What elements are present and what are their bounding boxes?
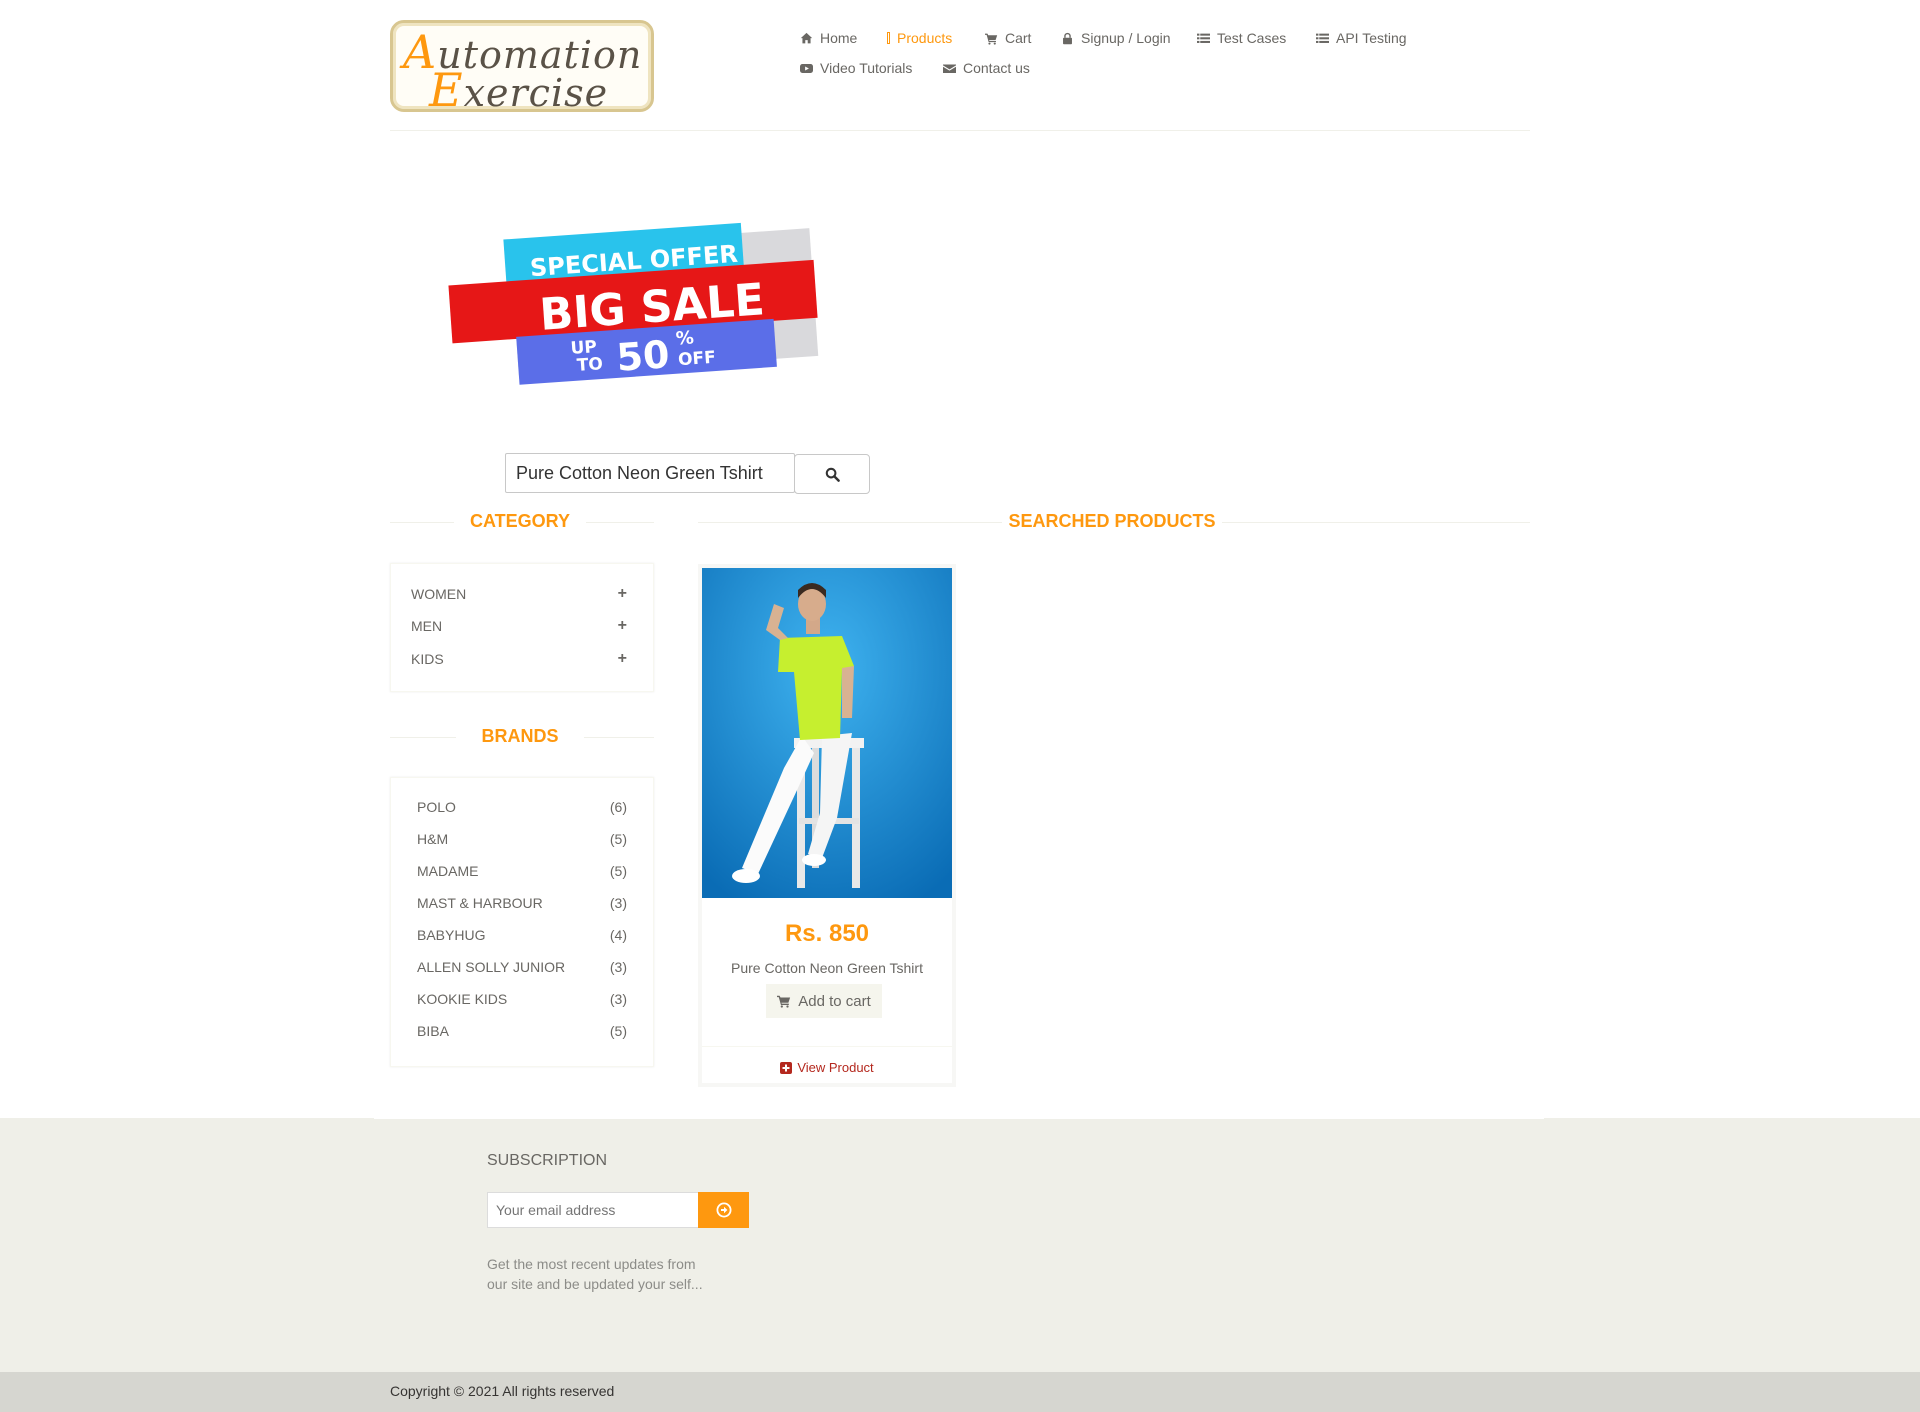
brand-item[interactable]: BABYHUG (4) — [417, 927, 627, 943]
plus-icon[interactable]: + — [618, 617, 627, 635]
arrow-circle-right-icon — [716, 1202, 731, 1218]
view-product-link[interactable]: View Product — [702, 1060, 952, 1075]
category-panel: WOMEN + MEN + KIDS + — [390, 563, 654, 692]
special-offer-banner: SPECIAL OFFER BIG SALE UP TO 50 % OFF — [448, 222, 819, 385]
youtube-play-icon — [800, 63, 813, 73]
envelope-icon — [943, 63, 956, 73]
nav-products[interactable]: Products — [887, 30, 952, 46]
category-item-women[interactable]: WOMEN + — [411, 585, 627, 603]
brand-item[interactable]: KOOKIE KIDS (3) — [417, 991, 627, 1007]
banner-to-text: TO — [576, 354, 603, 376]
plus-icon[interactable]: + — [618, 650, 627, 668]
home-icon — [800, 32, 813, 43]
banner-percent-sign: % — [675, 327, 694, 349]
subscribe-button[interactable] — [698, 1192, 749, 1228]
nav-home[interactable]: Home — [800, 30, 857, 46]
cart-icon — [777, 995, 791, 1008]
product-price: Rs. 850 — [784, 920, 870, 947]
title-divider — [390, 522, 454, 523]
product-card: Rs. 850 Pure Cotton Neon Green Tshirt Ad… — [698, 564, 956, 1087]
site-logo[interactable]: Automation Exercise — [390, 20, 654, 117]
footer-divider — [374, 1118, 1544, 1119]
category-title: Category — [469, 511, 570, 531]
banner-off-text: OFF — [677, 348, 716, 371]
brand-item[interactable]: MAST & HARBOUR (3) — [417, 895, 627, 911]
product-name: Pure Cotton Neon Green Tshirt — [731, 960, 923, 976]
title-divider — [586, 522, 654, 523]
plus-icon[interactable]: + — [618, 585, 627, 603]
search-button[interactable] — [794, 454, 870, 494]
brand-item[interactable]: POLO (6) — [417, 799, 627, 815]
search-icon — [825, 467, 840, 482]
nav-api-testing[interactable]: API Testing — [1316, 30, 1407, 46]
card-divider — [702, 1046, 952, 1047]
add-to-cart-button[interactable]: Add to cart — [766, 984, 882, 1018]
brand-item[interactable]: H&M (5) — [417, 831, 627, 847]
brand-item[interactable]: ALLEN SOLLY JUNIOR (3) — [417, 959, 627, 975]
product-photo — [702, 568, 952, 898]
title-divider — [584, 737, 654, 738]
searched-products-title: Searched Products — [1008, 511, 1216, 531]
category-item-kids[interactable]: KIDS + — [411, 650, 627, 668]
shirt-icon — [887, 32, 890, 44]
search-product-input[interactable] — [505, 453, 795, 493]
nav-video-tutorials[interactable]: Video Tutorials — [800, 60, 912, 76]
list-icon — [1316, 33, 1329, 43]
subscribe-email-input[interactable] — [487, 1192, 699, 1228]
title-divider — [698, 522, 1002, 523]
banner-percent-value: 50 — [615, 332, 671, 380]
nav-signup-login[interactable]: Signup / Login — [1061, 30, 1171, 46]
subscription-text: Get the most recent updates from our sit… — [487, 1256, 703, 1292]
brand-item[interactable]: MADAME (5) — [417, 863, 627, 879]
cart-icon — [985, 33, 998, 45]
copyright-text: Copyright © 2021 All rights reserved — [390, 1383, 615, 1399]
title-divider — [1222, 522, 1530, 523]
brands-panel: POLO (6) H&M (5) MADAME (5) MAST & HARBOUR(… — [390, 777, 654, 1067]
nav-cart[interactable]: Cart — [985, 30, 1031, 46]
nav-test-cases[interactable]: Test Cases — [1197, 30, 1286, 46]
nav-contact-us[interactable]: Contact us — [943, 60, 1030, 76]
title-divider — [390, 737, 456, 738]
footer-widget — [0, 1118, 1920, 1372]
header-divider — [390, 130, 1530, 131]
category-item-men[interactable]: MEN + — [411, 617, 627, 635]
subscription-title: Subscription — [487, 1152, 608, 1169]
brands-title: Brands — [481, 726, 559, 746]
plus-square-icon — [780, 1061, 793, 1074]
brand-item[interactable]: BIBA (5) — [417, 1023, 627, 1039]
footer-bottom — [0, 1372, 1920, 1412]
product-image — [702, 568, 952, 898]
lock-icon — [1063, 32, 1072, 44]
list-icon — [1197, 33, 1210, 43]
